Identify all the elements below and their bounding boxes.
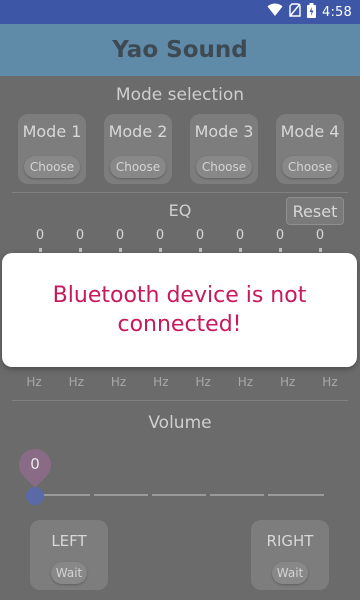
eq-slider-top[interactable] — [39, 248, 42, 252]
mode-card-2[interactable]: Mode 2 Choose — [104, 114, 172, 184]
mode-card-4[interactable]: Mode 4 Choose — [276, 114, 344, 184]
mode-label: Mode 1 — [22, 122, 82, 141]
wifi-icon — [267, 3, 283, 21]
slider-segment — [36, 494, 90, 496]
divider — [12, 400, 348, 401]
mode-card-3[interactable]: Mode 3 Choose — [190, 114, 258, 184]
bluetooth-error-dialog[interactable]: Bluetooth device is not connected! — [2, 253, 357, 367]
eq-unit: Hz — [68, 375, 84, 389]
eq-unit: Hz — [322, 375, 338, 389]
slider-segment — [152, 494, 206, 496]
status-bar: 4:58 — [0, 0, 360, 24]
choose-mode-4-button[interactable]: Choose — [282, 156, 338, 178]
choose-mode-2-button[interactable]: Choose — [110, 156, 166, 178]
mode-label: Mode 3 — [194, 122, 254, 141]
reset-button[interactable]: Reset — [286, 197, 344, 225]
eq-unit: Hz — [110, 375, 127, 389]
eq-value: 0 — [155, 228, 165, 243]
choose-mode-3-button[interactable]: Choose — [196, 156, 252, 178]
eq-value: 0 — [275, 228, 285, 243]
dialog-message: Bluetooth device is not connected! — [52, 283, 307, 337]
divider — [12, 192, 348, 193]
mode-section-title: Mode selection — [115, 85, 245, 105]
eq-unit: Hz — [26, 375, 42, 389]
eq-slider-top[interactable] — [239, 248, 242, 252]
right-channel-label: RIGHT — [266, 532, 314, 550]
slider-segment — [94, 494, 148, 496]
eq-values: 0 0 0 0 0 0 0 0 — [20, 228, 340, 243]
right-wait-button[interactable]: Wait — [272, 562, 308, 584]
volume-title: Volume — [148, 413, 212, 433]
status-icons: 4:58 — [267, 2, 352, 22]
eq-slider-top[interactable] — [159, 248, 162, 252]
eq-unit: Hz — [195, 375, 211, 389]
eq-value: 0 — [75, 228, 85, 243]
choose-mode-1-button[interactable]: Choose — [24, 156, 80, 178]
left-channel-card[interactable]: LEFT Wait — [30, 520, 108, 590]
mode-card-1[interactable]: Mode 1 Choose — [18, 114, 86, 184]
battery-charging-icon — [307, 2, 316, 22]
right-channel-card[interactable]: RIGHT Wait — [251, 520, 329, 590]
eq-unit: Hz — [280, 375, 296, 389]
eq-value: 0 — [115, 228, 125, 243]
eq-slider-top[interactable] — [119, 248, 122, 252]
mode-label: Mode 2 — [108, 122, 168, 141]
app-bar: Yao Sound — [0, 24, 360, 76]
slider-segment — [268, 494, 324, 496]
eq-unit: Hz — [153, 375, 169, 389]
left-wait-button[interactable]: Wait — [51, 562, 87, 584]
volume-slider-thumb[interactable] — [26, 487, 44, 505]
left-channel-label: LEFT — [51, 532, 87, 550]
eq-unit: Hz — [237, 375, 254, 389]
status-time: 4:58 — [322, 4, 352, 20]
volume-slider-track[interactable] — [36, 494, 324, 496]
eq-slider-top[interactable] — [279, 248, 282, 252]
eq-value: 0 — [315, 228, 325, 243]
app-title: Yao Sound — [112, 37, 248, 63]
eq-slider-top[interactable] — [199, 248, 202, 252]
eq-slider-top[interactable] — [79, 248, 82, 252]
eq-slider-top[interactable] — [319, 248, 322, 252]
eq-value: 0 — [195, 228, 205, 243]
slider-segment — [210, 494, 264, 496]
mode-label: Mode 4 — [280, 122, 340, 141]
eq-unit-labels: Hz Hz Hz Hz Hz Hz Hz Hz — [14, 375, 350, 389]
screen: 4:58 Yao Sound Mode selection Mode 1 Cho… — [0, 0, 360, 600]
eq-value: 0 — [35, 228, 45, 243]
eq-value: 0 — [235, 228, 245, 243]
no-sim-icon — [289, 3, 301, 21]
mode-list: Mode 1 Choose Mode 2 Choose Mode 3 Choos… — [18, 114, 344, 186]
volume-value: 0 — [30, 455, 40, 473]
